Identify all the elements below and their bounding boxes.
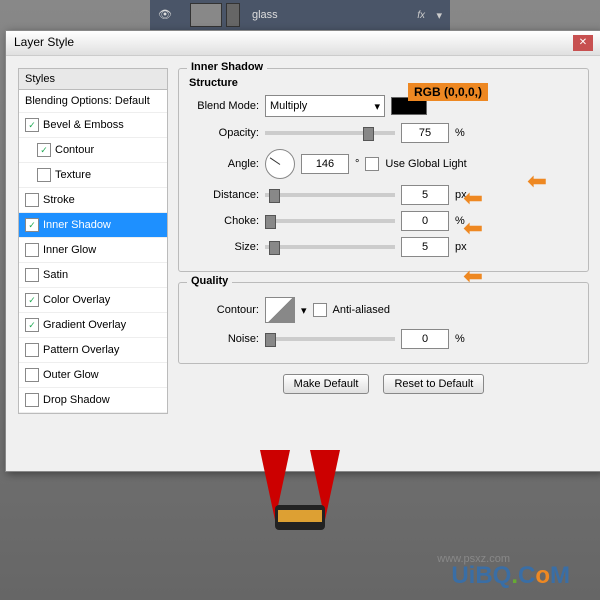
mask-thumbnail[interactable] [226,3,240,27]
contour-label: Contour: [189,304,259,316]
style-label: Texture [55,169,91,181]
size-label: Size: [189,241,259,253]
style-label: Satin [43,269,68,281]
styles-list: Blending Options: Default ✓ Bevel & Embos… [18,90,168,414]
style-item[interactable]: ✓ Inner Shadow [19,213,167,238]
blend-mode-label: Blend Mode: [189,100,259,112]
style-checkbox[interactable]: ✓ [37,143,51,157]
noise-slider[interactable] [265,337,395,341]
blend-mode-select[interactable]: Multiply▾ [265,95,385,117]
inner-shadow-title: Inner Shadow [187,61,267,73]
style-item[interactable]: ✓ Contour [19,138,167,163]
contour-picker[interactable] [265,297,295,323]
style-label: Pattern Overlay [43,344,119,356]
antialiased-label: Anti-aliased [333,304,390,316]
style-item[interactable]: ✓ Color Overlay [19,288,167,313]
style-checkbox[interactable]: ✓ [25,218,39,232]
chevron-down-icon: ▾ [374,100,380,113]
rocket-graphic [240,450,360,550]
style-item[interactable]: ✓ Gradient Overlay [19,313,167,338]
choke-slider[interactable] [265,219,395,223]
style-label: Drop Shadow [43,394,110,406]
angle-dial[interactable] [265,149,295,179]
style-checkbox[interactable] [25,268,39,282]
structure-label: Structure [189,77,578,89]
style-label: Stroke [43,194,75,206]
make-default-button[interactable]: Make Default [283,374,370,394]
arrow-icon: ⬅ [463,262,483,291]
fx-badge[interactable]: fx [417,10,425,21]
noise-input[interactable] [401,329,449,349]
close-icon[interactable]: ✕ [573,35,593,51]
angle-label: Angle: [189,158,259,170]
quality-label: Quality [187,275,232,287]
watermark-logo: UiBQ.CoM [451,562,570,590]
style-checkbox[interactable] [25,343,39,357]
style-checkbox[interactable] [25,243,39,257]
layer-name[interactable]: glass [252,9,278,21]
rgb-annotation: RGB (0,0,0,) [408,83,488,101]
chevron-down-icon[interactable]: ▾ [436,9,442,22]
quality-group: Quality Contour: ▾ Anti-aliased Noise: % [178,282,589,364]
style-label: Bevel & Emboss [43,119,124,131]
arrow-icon: ⬅ [527,167,547,196]
style-item[interactable]: Stroke [19,188,167,213]
style-label: Gradient Overlay [43,319,126,331]
distance-label: Distance: [189,189,259,201]
style-item[interactable]: Inner Glow [19,238,167,263]
style-label: Inner Shadow [43,219,111,231]
style-label: Inner Glow [43,244,96,256]
size-slider[interactable] [265,245,395,249]
dialog-title: Layer Style [14,35,74,51]
global-light-label: Use Global Light [385,158,466,170]
styles-header[interactable]: Styles [18,68,168,90]
titlebar[interactable]: Layer Style ✕ [6,31,600,56]
style-item[interactable]: ✓ Bevel & Emboss [19,113,167,138]
blending-options[interactable]: Blending Options: Default [19,90,167,113]
style-item[interactable]: Drop Shadow [19,388,167,413]
angle-input[interactable] [301,154,349,174]
arrow-icon: ⬅ [463,214,483,243]
opacity-label: Opacity: [189,127,259,139]
layer-thumbnail[interactable] [190,3,222,27]
style-label: Outer Glow [43,369,99,381]
style-item[interactable]: Pattern Overlay [19,338,167,363]
distance-slider[interactable] [265,193,395,197]
choke-label: Choke: [189,215,259,227]
reset-default-button[interactable]: Reset to Default [383,374,484,394]
layers-panel: 👁 glass fx ▾ [150,0,450,30]
visibility-icon[interactable]: 👁 [158,8,172,22]
global-light-checkbox[interactable] [365,157,379,171]
style-item[interactable]: Outer Glow [19,363,167,388]
choke-input[interactable] [401,211,449,231]
style-item[interactable]: Texture [19,163,167,188]
size-input[interactable] [401,237,449,257]
opacity-slider[interactable] [265,131,395,135]
opacity-input[interactable] [401,123,449,143]
style-checkbox[interactable]: ✓ [25,118,39,132]
style-checkbox[interactable] [25,193,39,207]
style-label: Color Overlay [43,294,110,306]
antialiased-checkbox[interactable] [313,303,327,317]
chevron-down-icon[interactable]: ▾ [301,304,307,317]
layer-style-dialog: Layer Style ✕ Styles Blending Options: D… [5,30,600,472]
style-item[interactable]: Satin [19,263,167,288]
style-checkbox[interactable] [37,168,51,182]
style-checkbox[interactable] [25,368,39,382]
style-label: Contour [55,144,94,156]
distance-input[interactable] [401,185,449,205]
arrow-icon: ⬅ [463,184,483,213]
style-checkbox[interactable]: ✓ [25,318,39,332]
noise-label: Noise: [189,333,259,345]
style-checkbox[interactable] [25,393,39,407]
style-checkbox[interactable]: ✓ [25,293,39,307]
